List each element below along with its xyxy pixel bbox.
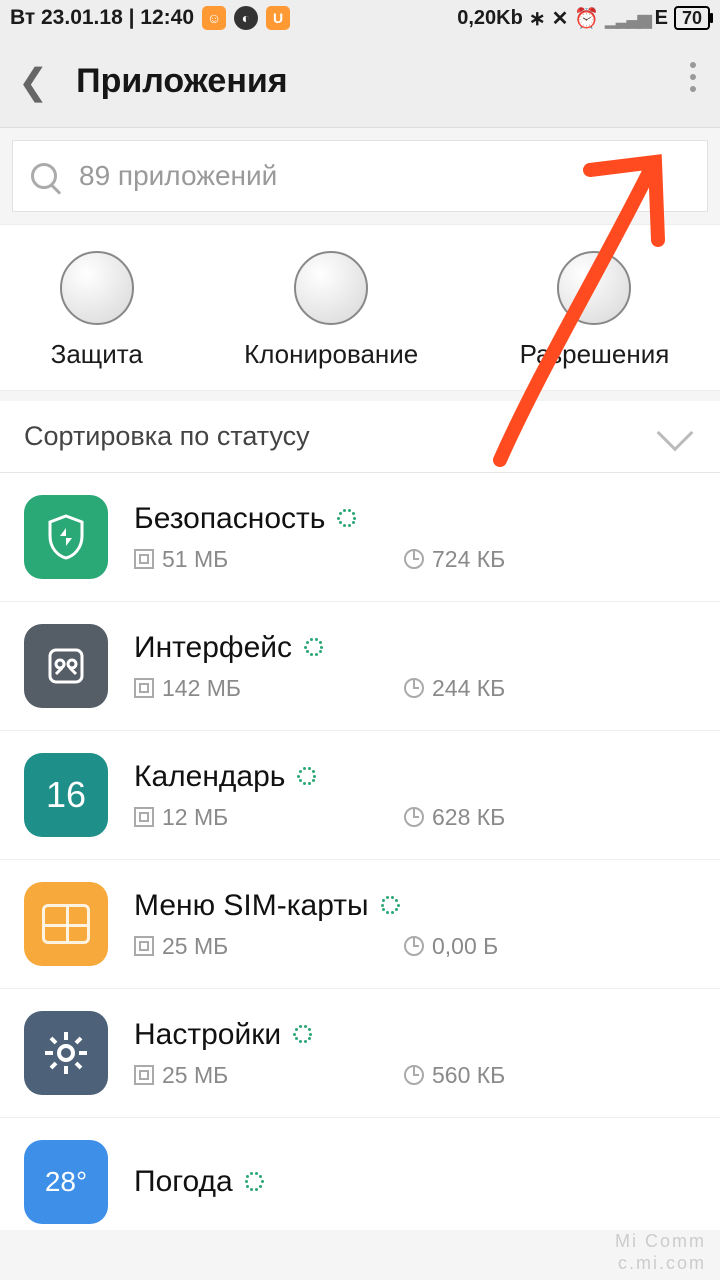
quick-label: Защита [51,339,143,370]
app-item-sim[interactable]: Меню SIM-карты 25 МБ 0,00 Б [0,860,720,989]
quick-shortcuts: Защита Клонирование Разрешения [0,224,720,391]
status-app-icon-3: U [266,6,290,30]
cache-icon [404,936,424,956]
status-datetime: Вт 23.01.18 | 12:40 [10,6,194,30]
status-data-rate: 0,20Kb [457,7,523,30]
app-icon-security [24,495,108,579]
app-storage: 51 МБ [162,546,228,573]
app-name: Интерфейс [134,631,292,665]
app-storage: 12 МБ [162,804,228,831]
page-title: Приложения [76,62,287,101]
app-cache: 560 КБ [432,1062,505,1089]
quick-item-permissions[interactable]: Разрешения [520,251,670,370]
signal-icon: ▁▂▃▅ [605,8,648,29]
quick-circle-icon [60,251,134,325]
cache-icon [404,549,424,569]
app-item-weather[interactable]: 28° Погода [0,1118,720,1230]
search-section: 89 приложений [0,128,720,224]
running-indicator-icon [304,638,324,658]
back-button[interactable]: ❮ [18,61,48,103]
status-left: Вт 23.01.18 | 12:40 ☺ ◐ U [10,6,290,30]
storage-icon [134,1065,154,1085]
watermark: Mi Comm c.mi.com [615,1230,706,1274]
app-icon-settings [24,1011,108,1095]
running-indicator-icon [245,1172,265,1192]
running-indicator-icon [293,1025,313,1045]
app-item-settings[interactable]: Настройки 25 МБ 560 КБ [0,989,720,1118]
running-indicator-icon [337,509,357,529]
storage-icon [134,807,154,827]
search-icon [31,163,57,189]
app-storage: 142 МБ [162,675,241,702]
app-storage: 25 МБ [162,1062,228,1089]
quick-item-protection[interactable]: Защита [51,251,143,370]
quick-item-cloning[interactable]: Клонирование [244,251,418,370]
cache-icon [404,807,424,827]
app-item-security[interactable]: Безопасность 51 МБ 724 КБ [0,473,720,602]
app-name: Безопасность [134,502,325,536]
network-type: E [655,7,668,30]
storage-icon [134,936,154,956]
app-name: Календарь [134,760,285,794]
status-bar: Вт 23.01.18 | 12:40 ☺ ◐ U 0,20Kb ∗ ✕ ⏰ ▁… [0,0,720,36]
app-cache: 628 КБ [432,804,505,831]
search-input[interactable]: 89 приложений [12,140,708,212]
app-icon-sim [24,882,108,966]
app-item-interface[interactable]: Интерфейс 142 МБ 244 КБ [0,602,720,731]
search-placeholder: 89 приложений [79,160,277,192]
status-right: 0,20Kb ∗ ✕ ⏰ ▁▂▃▅ E 70 [457,6,710,31]
running-indicator-icon [297,767,317,787]
quick-label: Разрешения [520,339,670,370]
app-item-calendar[interactable]: 16 Календарь 12 МБ 628 КБ [0,731,720,860]
header: ❮ Приложения [0,36,720,128]
bluetooth-icon: ∗ [529,6,546,31]
cache-icon [404,678,424,698]
battery-icon: 70 [674,6,710,30]
sort-label: Сортировка по статусу [24,421,310,452]
app-storage: 25 МБ [162,933,228,960]
cache-icon [404,1065,424,1085]
status-app-icon-1: ☺ [202,6,226,30]
app-name: Меню SIM-карты [134,889,369,923]
vibrate-icon: ✕ [552,6,569,31]
storage-icon [134,549,154,569]
alarm-icon: ⏰ [574,6,599,31]
status-app-icon-2: ◐ [234,6,258,30]
app-icon-calendar: 16 [24,753,108,837]
overflow-menu-button[interactable] [690,62,696,92]
app-name: Настройки [134,1018,281,1052]
app-icon-weather: 28° [24,1140,108,1224]
storage-icon [134,678,154,698]
app-icon-interface [24,624,108,708]
quick-circle-icon [557,251,631,325]
quick-circle-icon [294,251,368,325]
quick-label: Клонирование [244,339,418,370]
sort-row[interactable]: Сортировка по статусу [0,401,720,473]
app-name: Погода [134,1165,233,1199]
chevron-down-icon [657,414,694,451]
app-list: Безопасность 51 МБ 724 КБ Интерфейс 142 … [0,473,720,1230]
app-cache: 724 КБ [432,546,505,573]
app-cache: 0,00 Б [432,933,498,960]
running-indicator-icon [381,896,401,916]
app-cache: 244 КБ [432,675,505,702]
